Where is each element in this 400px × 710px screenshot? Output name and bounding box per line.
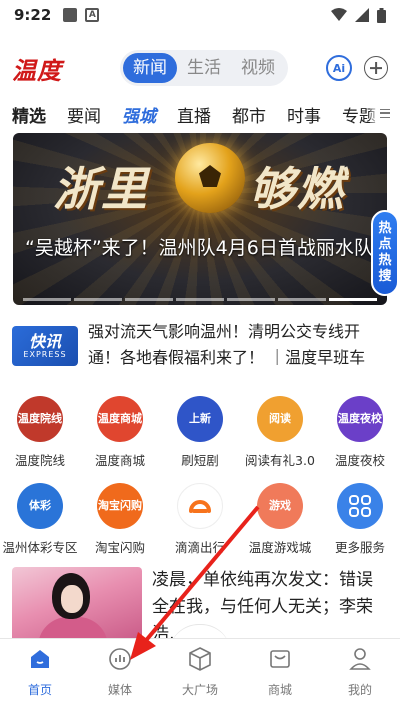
channel-tabs: 精选 要闻 强城 直播 都市 时事 专题	[0, 98, 400, 130]
game-city-icon: 游戏	[257, 483, 303, 529]
reading-gift-icon: 阅读	[257, 396, 303, 442]
service-reading-gift[interactable]: 阅读 阅读有礼3.0	[240, 396, 320, 469]
channel-strong-city[interactable]: 强城	[122, 102, 156, 127]
cinema-icon: 温度院线	[17, 396, 63, 442]
short-drama-icon: 上新	[177, 396, 223, 442]
article-thumbnail	[12, 567, 142, 642]
service-game-city[interactable]: 游戏 温度游戏城	[240, 483, 320, 556]
status-time: 9:22	[14, 6, 52, 24]
app-notification-icon: A	[85, 8, 100, 22]
media-icon	[106, 645, 134, 673]
shop-icon	[266, 645, 294, 673]
didi-icon	[177, 483, 223, 529]
profile-icon	[346, 645, 374, 673]
hero-banner[interactable]: 浙里 够燃 “吴越杯”来了！温州队4月6日首战丽水队	[13, 133, 387, 305]
mall-icon: 温度商城	[97, 396, 143, 442]
signal-icon	[355, 8, 369, 22]
add-icon[interactable]	[364, 56, 388, 80]
bottom-navigation: 首页 媒体 大广场 商城 我的	[0, 638, 400, 710]
flash-news-logo: 快讯 EXPRESS	[12, 326, 78, 366]
nav-profile[interactable]: 我的	[320, 639, 400, 710]
banner-caption: “吴越杯”来了！温州队4月6日首战丽水队	[25, 237, 373, 259]
channel-menu-icon[interactable]	[370, 96, 400, 130]
flash-news[interactable]: 快讯 EXPRESS 强对流天气影响温州！清明公交专线开通！各地春假福利来了！ …	[12, 318, 388, 374]
nav-media[interactable]: 媒体	[80, 639, 160, 710]
banner-title-right: 够燃	[249, 162, 345, 216]
service-didi[interactable]: 滴滴出行	[160, 483, 240, 556]
tab-news[interactable]: 新闻	[123, 53, 177, 83]
taobao-flash-icon: 淘宝闪购	[97, 483, 143, 529]
banner-pagination	[23, 298, 377, 301]
nav-shop[interactable]: 商城	[240, 639, 320, 710]
content-type-switcher: 新闻 生活 视频	[120, 50, 288, 86]
tab-life[interactable]: 生活	[177, 53, 231, 83]
service-short-drama[interactable]: 上新 刷短剧	[160, 396, 240, 469]
app-logo[interactable]: 温度	[12, 51, 112, 86]
channel-headlines[interactable]: 要闻	[67, 102, 101, 127]
football-icon	[175, 143, 245, 213]
banner-title-left: 浙里	[53, 162, 149, 216]
channel-current-affairs[interactable]: 时事	[287, 102, 321, 127]
notification-icon	[63, 8, 78, 22]
service-grid: 温度院线 温度院线 温度商城 温度商城 上新 刷短剧 阅读 阅读有礼3.0 温度…	[0, 396, 400, 556]
nav-home[interactable]: 首页	[0, 639, 80, 710]
flash-news-text: 强对流天气影响温州！清明公交专线开通！各地春假福利来了！ ｜温度早班车	[88, 322, 366, 367]
channel-city[interactable]: 都市	[232, 102, 266, 127]
lottery-icon: 体彩	[17, 483, 63, 529]
service-night-school[interactable]: 温度夜校 温度夜校	[320, 396, 400, 469]
more-services-icon	[337, 483, 383, 529]
nav-square[interactable]: 大广场	[160, 639, 240, 710]
wifi-icon	[331, 8, 347, 21]
status-bar: 9:22 A	[0, 0, 400, 30]
home-icon	[26, 645, 54, 673]
ai-assistant-icon[interactable]: Ai	[326, 55, 352, 81]
channel-live[interactable]: 直播	[177, 102, 211, 127]
service-cinema[interactable]: 温度院线 温度院线	[0, 396, 80, 469]
hot-search-badge[interactable]: 热 点 热 搜	[371, 210, 399, 296]
app-header: 温度 新闻 生活 视频 Ai	[0, 45, 400, 91]
channel-featured[interactable]: 精选	[12, 102, 46, 127]
service-mall[interactable]: 温度商城 温度商城	[80, 396, 160, 469]
night-school-icon: 温度夜校	[337, 396, 383, 442]
tab-video[interactable]: 视频	[231, 53, 285, 83]
square-icon	[186, 645, 214, 673]
service-taobao-flash[interactable]: 淘宝闪购 淘宝闪购	[80, 483, 160, 556]
service-lottery[interactable]: 体彩 温州体彩专区	[0, 483, 80, 556]
service-more[interactable]: 更多服务	[320, 483, 400, 556]
battery-icon	[377, 7, 386, 23]
